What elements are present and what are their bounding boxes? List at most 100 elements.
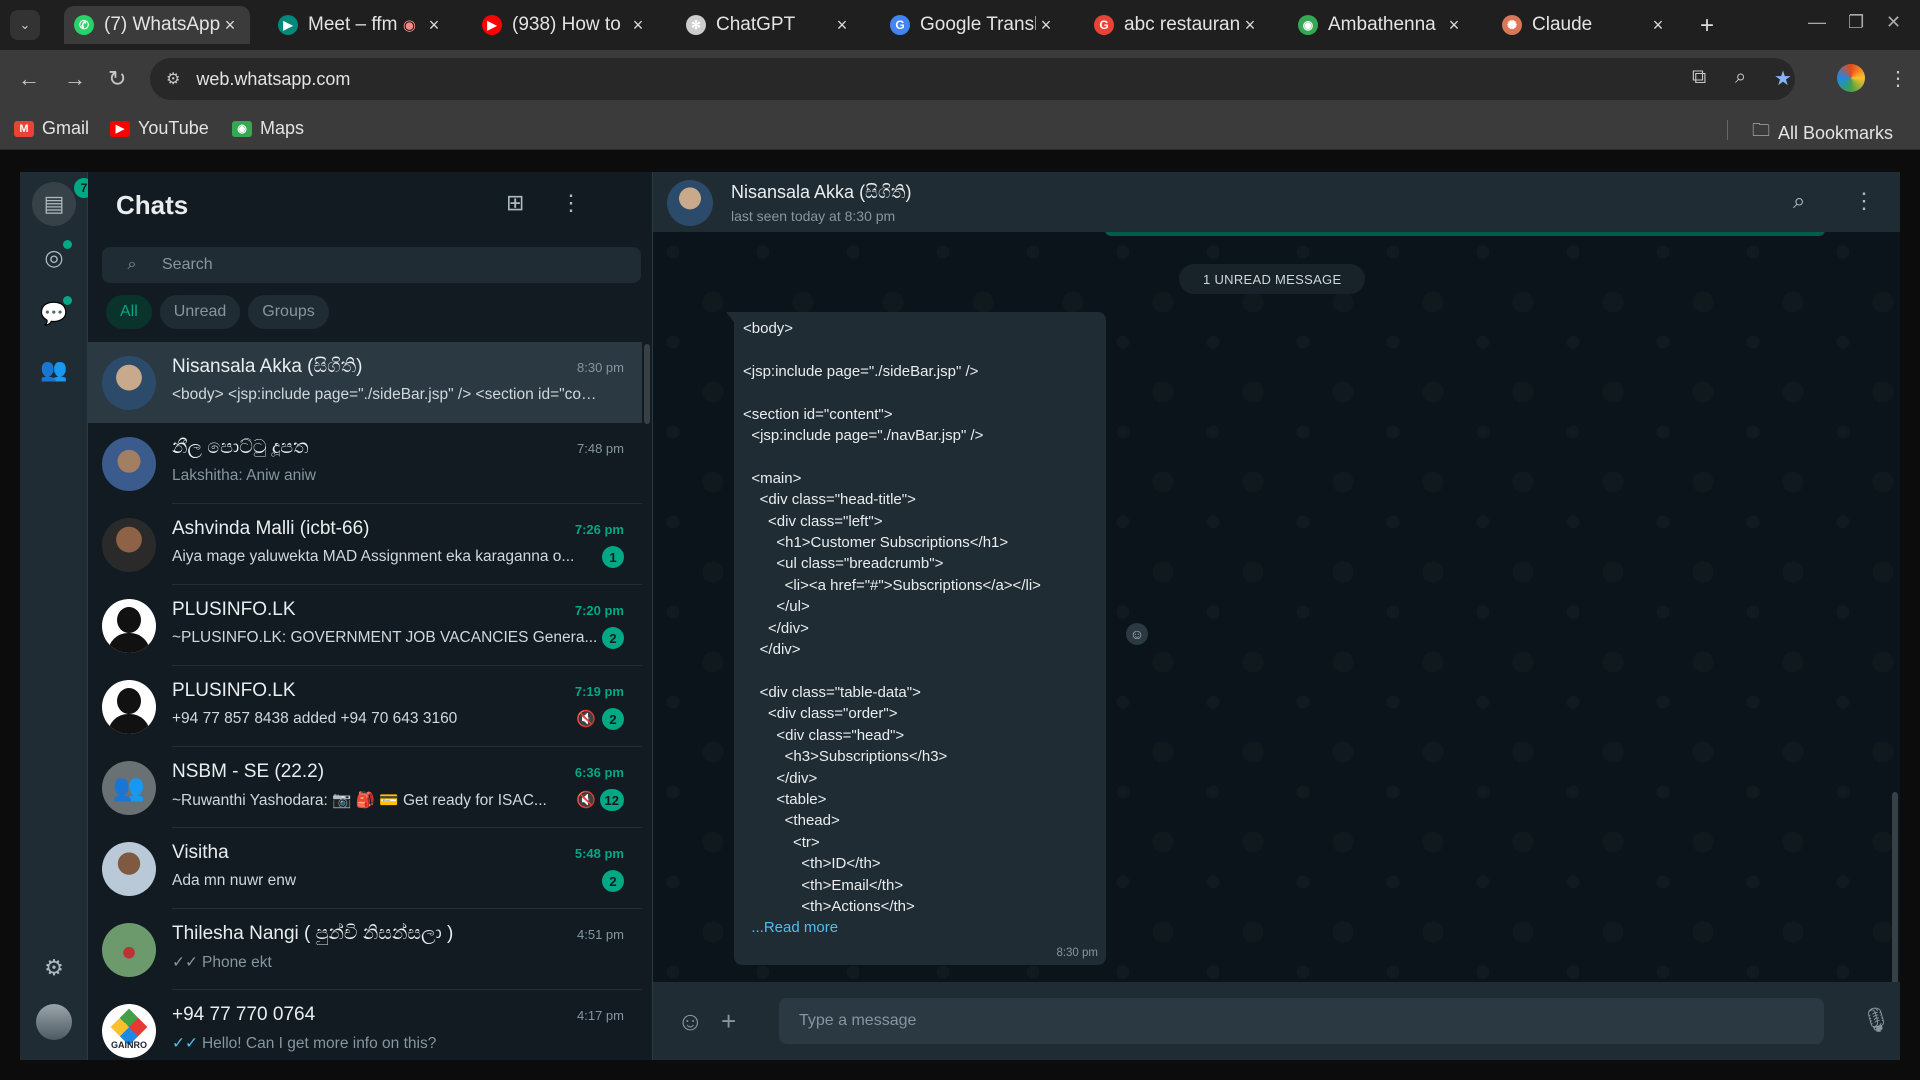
chat-row-body: PLUSINFO.LK 7:20 pm ~PLUSINFO.LK: GOVERNME… [172,585,642,666]
chat-time: 6:36 pm [574,765,624,780]
my-profile-avatar[interactable] [36,1004,72,1040]
filter-unread[interactable]: Unread [159,295,241,329]
reload-icon[interactable]: ↻ [108,66,126,92]
chats-nav-icon[interactable]: ▤ 7 [32,178,94,226]
double-check-icon: ✓✓ [172,1035,198,1052]
chat-row-body: Nisansala Akka (සිගිති) 8:30 pm <body> <js… [172,342,642,423]
channels-nav-icon[interactable]: 💬 [38,296,72,330]
chat-row[interactable]: GAINRO +94 77 770 0764 4:17 pm ✓✓ Hello! Can… [88,990,642,1060]
double-check-icon: ✓✓ [172,954,198,971]
chat-row-body: Ashvinda Malli (icbt-66) 7:26 pm Aiya mage… [172,504,642,585]
chat-avatar: GAINRO [102,1003,156,1058]
chat-name: නීල පොට්ටු දූපත [172,437,309,458]
bookmark-youtube[interactable]: ▶ YouTube [110,118,209,139]
browser-tab[interactable]: ▶ Meet – ffm ◉ × [268,6,454,44]
search-input[interactable]: Search [162,256,213,274]
tab-close-icon[interactable]: × [1648,15,1668,36]
browser-menu-icon[interactable]: ⋮ [1888,66,1908,91]
message-line: </div> [743,769,818,787]
status-nav-icon[interactable]: ◎ [38,240,72,274]
browser-tab[interactable]: ◉ Ambathenna × [1288,6,1474,44]
bookmark-label: YouTube [138,118,209,138]
gmail-icon: M [14,120,34,137]
tab-close-icon[interactable]: × [1444,15,1464,36]
filter-all[interactable]: All [106,295,152,329]
all-bookmarks-button[interactable]: 🗀 All Bookmarks [1752,118,1893,148]
bookmark-label: Gmail [42,118,90,138]
unread-count-badge: 1 [602,546,624,568]
bookmark-star-icon[interactable]: ★ [1774,66,1792,91]
contact-name[interactable]: Nisansala Akka (සිගිති) [731,182,911,203]
browser-tab[interactable]: ✆ (7) WhatsApp × [64,6,250,44]
microphone-icon[interactable]: 🎙 [1861,1006,1891,1035]
read-more-link[interactable]: Read more [764,919,838,936]
new-chat-icon[interactable]: ⊞ [506,190,524,216]
chat-row[interactable]: 👥 NSBM - SE (22.2) 6:36 pm ~Ruwanthi Yashod… [88,747,642,828]
url-text: web.whatsapp.com [196,68,351,89]
conversation-header[interactable]: Nisansala Akka (සිගිති) last seen today … [653,172,1900,232]
window-close-icon[interactable]: ✕ [1886,12,1901,33]
bookmark-maps[interactable]: ◉ Maps [232,118,304,139]
site-info-icon[interactable]: ⚙ [166,69,180,89]
chat-row[interactable]: Thilesha Nangi ( පුන්චි නිසන්සලා ) 4:51 p… [88,909,642,990]
message-line: <div class="order"> [743,705,898,723]
restore-icon[interactable]: ❐ [1848,12,1864,33]
chat-preview-text: Hello! Can I get more info on this? [201,1035,437,1052]
menu-icon[interactable]: ⋮ [560,190,582,216]
forward-icon[interactable]: → [64,66,86,92]
browser-tab[interactable]: Gabc restauran × [1084,6,1270,44]
tab-close-icon[interactable]: × [220,15,240,36]
chat-row[interactable]: නීල පොට්ටු දූපත 7:48 pm Lakshitha: Aniw an… [88,423,642,504]
search-box[interactable]: ⌕ Search [102,247,641,283]
contact-avatar[interactable] [667,180,713,226]
chat-row[interactable]: Ashvinda Malli (icbt-66) 7:26 pm Aiya mage… [88,504,642,585]
conversation-menu-icon[interactable]: ⋮ [1853,188,1875,214]
chat-bubble-icon: ▤ [43,191,65,216]
chat-row[interactable]: Nisansala Akka (සිගිති) 8:30 pm <body> <js… [88,342,642,423]
install-app-icon[interactable]: ⧉ [1692,66,1706,89]
back-icon[interactable]: ← [18,66,40,92]
message-scrollbar[interactable] [1892,792,1898,982]
attach-plus-icon[interactable]: + [721,1006,736,1037]
muted-icon: 🔇 [576,792,596,809]
chat-preview-text: ~Ruwanthi Yashodara: 📷 🎒 💳 Get ready for… [172,792,547,809]
message-input[interactable] [799,1012,1824,1030]
tab-search-chevron-icon[interactable]: ⌄ [10,10,40,40]
message-input-box[interactable] [779,998,1824,1044]
chat-list-scrollbar[interactable] [644,344,650,424]
chat-row-body: NSBM - SE (22.2) 6:36 pm ~Ruwanthi Yashoda… [172,747,642,828]
settings-icon[interactable]: ⚙ [38,952,70,984]
chat-row[interactable]: PLUSINFO.LK 7:19 pm +94 77 857 8438 added … [88,666,642,747]
zoom-icon[interactable]: ⌕ [1735,66,1746,89]
filter-groups[interactable]: Groups [248,295,329,329]
chat-row[interactable]: Visitha 5:48 pm Ada mn nuwr enw 2 [88,828,642,909]
profile-avatar[interactable] [1837,64,1865,92]
tab-close-icon[interactable]: × [1240,15,1260,36]
minimize-icon[interactable]: — [1808,12,1826,33]
emoji-icon[interactable]: ☺ [677,1006,704,1037]
incoming-message-bubble[interactable]: <body> <jsp:include page="./sideBar.jsp"… [726,312,1106,965]
chat-name: PLUSINFO.LK [172,599,296,620]
bookmark-gmail[interactable]: M Gmail [14,118,89,139]
communities-nav-icon[interactable]: 👥 [38,354,70,386]
tab-close-icon[interactable]: × [832,15,852,36]
message-text: <body> <jsp:include page="./sideBar.jsp"… [743,318,1098,917]
message-line: <div class="head"> [743,726,905,744]
tab-close-icon[interactable]: × [424,15,444,36]
tab-title: abc restauran [1124,14,1240,35]
browser-tab[interactable]: G Google Transl × [880,6,1066,44]
new-tab-button[interactable]: + [1700,12,1714,40]
browser-tab[interactable]: ▶ (938) How to × [472,6,658,44]
react-emoji-icon[interactable]: ☺ [1126,623,1148,645]
search-messages-icon[interactable]: ⌕ [1793,188,1805,214]
browser-tab[interactable]: ✻ ChatGPT × [676,6,862,44]
chat-row[interactable]: PLUSINFO.LK 7:20 pm ~PLUSINFO.LK: GOVERNME… [88,585,642,666]
message-line: <body> [743,320,794,337]
chat-avatar: 👥 [102,760,156,815]
chat-avatar [102,922,156,977]
tab-close-icon[interactable]: × [1036,15,1056,36]
browser-tab[interactable]: ✺ Claude × [1492,6,1678,44]
tab-close-icon[interactable]: × [628,15,648,36]
address-bar[interactable]: ⚙ web.whatsapp.com [150,58,1795,100]
message-time: 8:30 pm [1056,946,1098,959]
